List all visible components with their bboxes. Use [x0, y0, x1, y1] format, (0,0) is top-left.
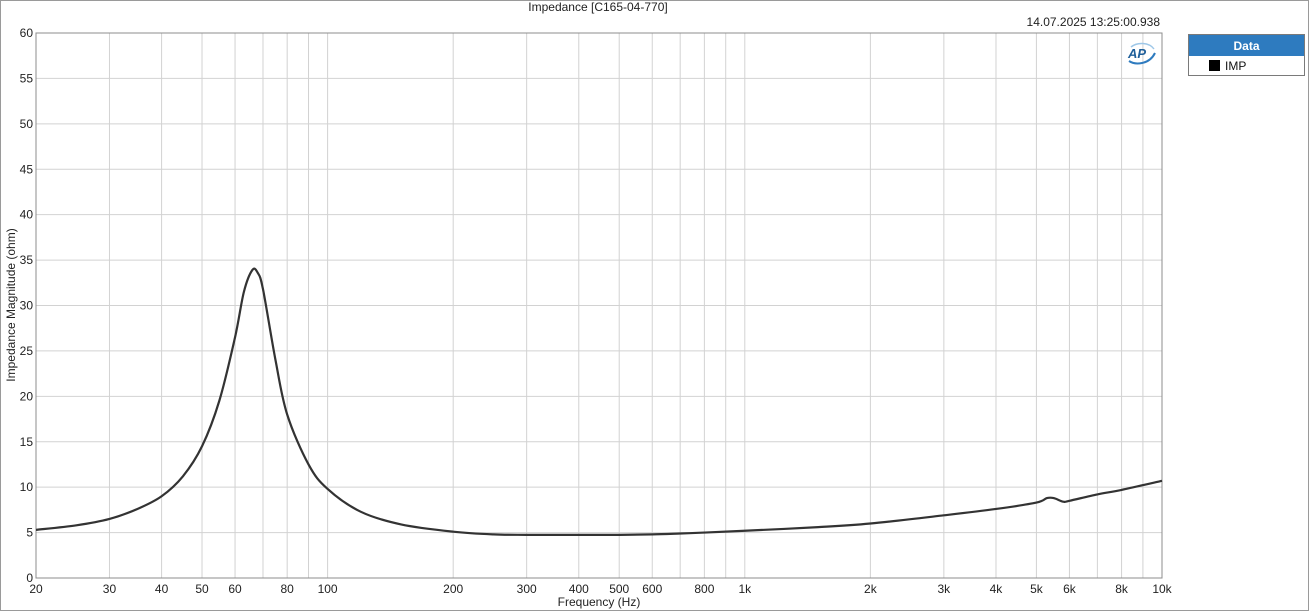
- x-tick-label: 80: [280, 582, 294, 596]
- x-tick-label: 40: [155, 582, 169, 596]
- y-tick-label: 0: [26, 571, 33, 585]
- grid: [36, 33, 1162, 578]
- y-tick-label: 50: [20, 117, 34, 131]
- legend-swatch-icon: [1209, 60, 1220, 71]
- y-tick-label: 5: [26, 526, 33, 540]
- y-tick-label: 25: [20, 344, 34, 358]
- y-axis-label: Impedance Magnitude (ohm): [4, 228, 18, 381]
- chart-title: Impedance [C165-04-770]: [528, 0, 667, 14]
- legend-item-label: IMP: [1225, 58, 1247, 73]
- x-tick-label: 2k: [864, 582, 878, 596]
- impedance-chart: 20 30 40 50 60 80 100 200 300 400 500 600 800 1k 2k 3k 4…: [4, 0, 1173, 609]
- x-tick-label: 6k: [1063, 582, 1077, 596]
- x-tick-label: 800: [694, 582, 714, 596]
- y-tick-label: 30: [20, 299, 34, 313]
- x-tick-label: 200: [443, 582, 463, 596]
- x-tick-label: 10k: [1152, 582, 1172, 596]
- y-axis-ticks: 0 5 10 15 20 25 30 35 40 45 50 55 60: [20, 26, 34, 585]
- y-tick-label: 15: [20, 435, 34, 449]
- x-tick-label: 300: [517, 582, 537, 596]
- x-tick-label: 60: [228, 582, 242, 596]
- x-tick-label: 5k: [1030, 582, 1044, 596]
- timestamp: 14.07.2025 13:25:00.938: [1027, 15, 1161, 29]
- series-layer: [35, 267, 1163, 536]
- legend-title: Data: [1189, 35, 1304, 56]
- y-tick-label: 45: [20, 162, 34, 176]
- x-tick-label: 3k: [938, 582, 952, 596]
- x-tick-label: 50: [195, 582, 209, 596]
- y-tick-label: 10: [20, 480, 34, 494]
- x-axis-label: Frequency (Hz): [558, 595, 641, 609]
- x-tick-label: 600: [642, 582, 662, 596]
- x-tick-label: 100: [318, 582, 338, 596]
- x-tick-label: 1k: [738, 582, 752, 596]
- x-tick-label: 4k: [990, 582, 1004, 596]
- y-tick-label: 35: [20, 253, 34, 267]
- legend-item[interactable]: IMP: [1189, 56, 1304, 75]
- y-tick-label: 55: [20, 71, 34, 85]
- x-tick-label: 8k: [1115, 582, 1129, 596]
- x-tick-label: 30: [103, 582, 117, 596]
- x-tick-label: 400: [569, 582, 589, 596]
- svg-text:AP: AP: [1127, 46, 1146, 61]
- series-line-imp: [35, 267, 1163, 536]
- y-tick-label: 60: [20, 26, 34, 40]
- y-tick-label: 20: [20, 389, 34, 403]
- x-tick-label: 500: [609, 582, 629, 596]
- y-tick-label: 40: [20, 208, 34, 222]
- x-axis-ticks: 20 30 40 50 60 80 100 200 300 400 500 600 800 1k 2k 3k 4…: [29, 582, 1172, 596]
- legend: Data IMP: [1188, 34, 1305, 76]
- ap-logo-icon: AP: [1127, 42, 1156, 65]
